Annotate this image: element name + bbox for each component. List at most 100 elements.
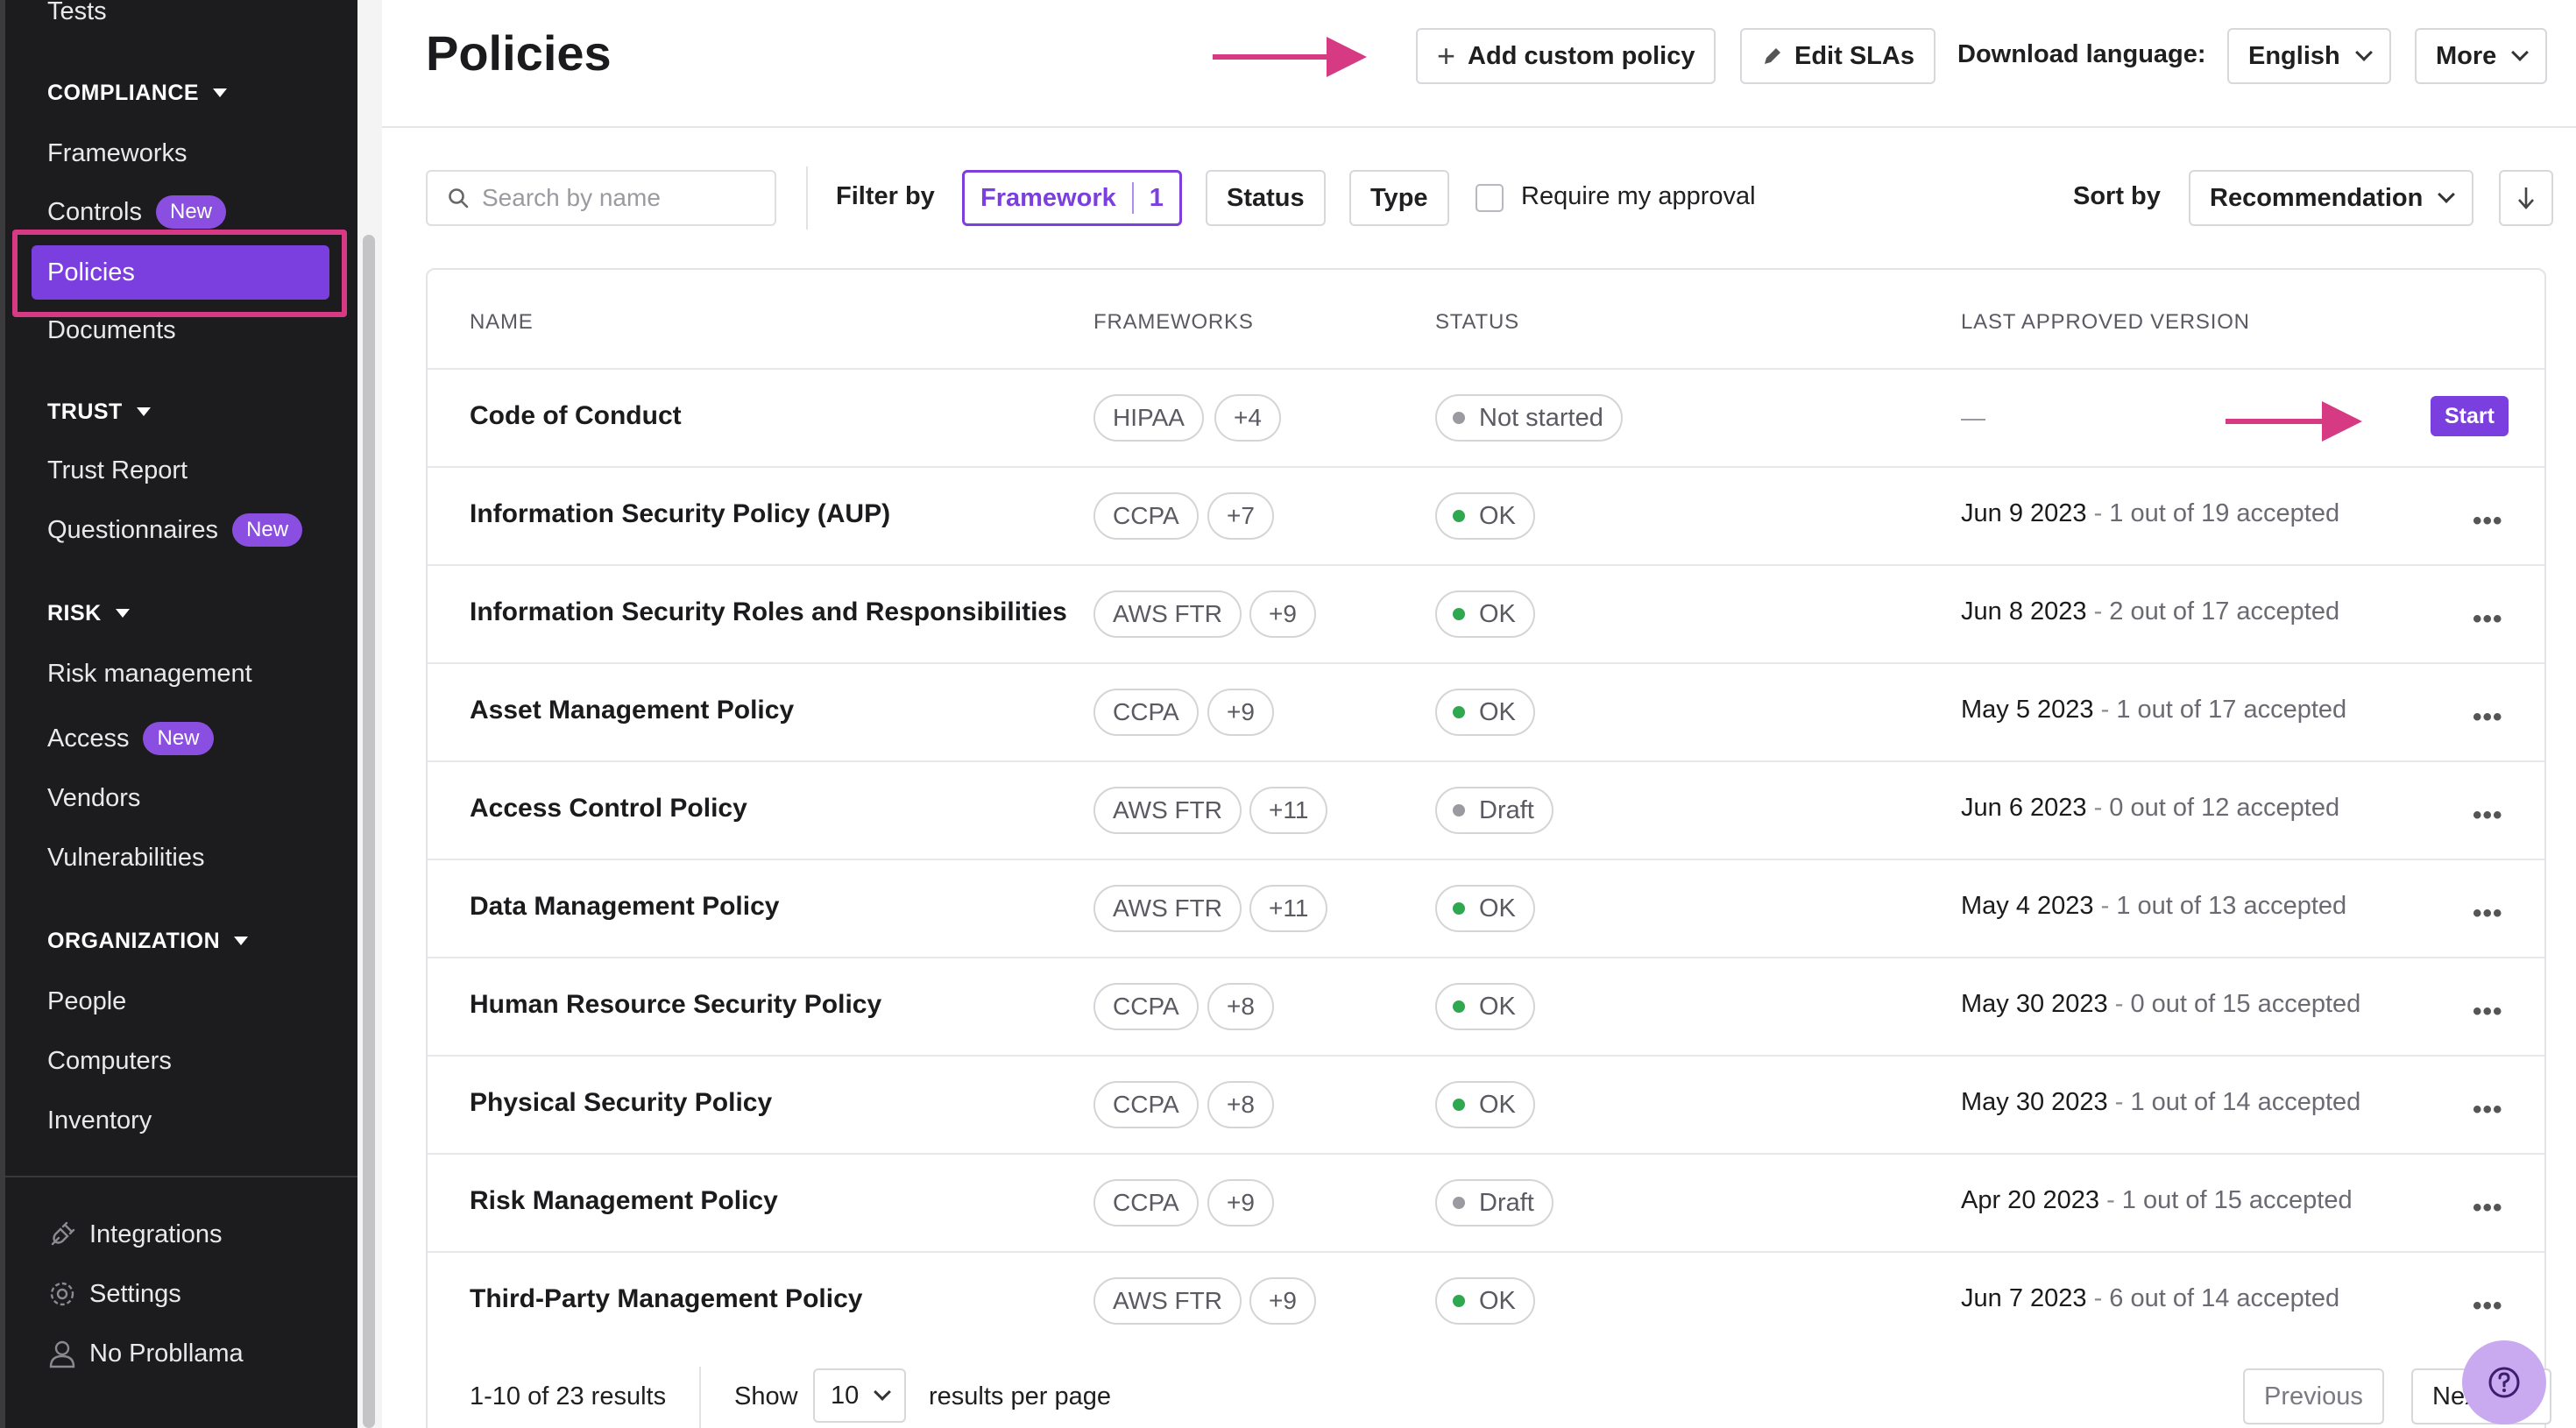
sidebar-item-policies[interactable]: Policies: [47, 249, 135, 296]
sidebar-item-people[interactable]: People: [47, 978, 126, 1025]
row-more-icon[interactable]: •••: [2473, 1291, 2503, 1321]
last-approved-version: May 30 2023 - 1 out of 14 accepted: [1961, 1088, 2361, 1116]
sidebar-item-settings[interactable]: Settings: [47, 1270, 181, 1318]
policy-name[interactable]: Third-Party Management Policy: [470, 1284, 862, 1314]
require-approval-label[interactable]: Require my approval: [1521, 182, 1756, 211]
sidebar-item-frameworks[interactable]: Frameworks: [47, 130, 188, 177]
previous-page-button[interactable]: Previous: [2243, 1368, 2384, 1424]
sidebar-item-vulnerabilities[interactable]: Vulnerabilities: [47, 834, 204, 881]
policy-name[interactable]: Information Security Roles and Responsib…: [470, 597, 1067, 627]
row-more-icon[interactable]: •••: [2473, 801, 2503, 831]
status-badge: OK: [1435, 983, 1535, 1030]
table-row[interactable]: Data Management Policy AWS FTR +11 OK May 4 …: [428, 859, 2544, 957]
table-row[interactable]: Access Control Policy AWS FTR +11 Draft Jun …: [428, 760, 2544, 859]
section-compliance[interactable]: COMPLIANCE: [47, 75, 228, 110]
more-frameworks-chip[interactable]: +11: [1249, 787, 1328, 834]
footer-divider: [699, 1367, 701, 1428]
start-button[interactable]: Start: [2431, 396, 2509, 436]
sidebar-item-risk-management[interactable]: Risk management: [47, 650, 252, 697]
row-more-icon[interactable]: •••: [2473, 506, 2503, 536]
page-title: Policies: [426, 25, 612, 81]
sort-select[interactable]: Recommendation: [2189, 170, 2474, 226]
search-box[interactable]: [426, 170, 776, 226]
last-approved-version: Jun 8 2023 - 2 out of 17 accepted: [1961, 597, 2340, 626]
policy-name[interactable]: Data Management Policy: [470, 892, 779, 922]
filter-by-label: Filter by: [836, 182, 935, 210]
status-badge: OK: [1435, 1081, 1535, 1128]
framework-chip: CCPA: [1093, 492, 1199, 540]
caret-down-icon: [213, 88, 228, 97]
pencil-icon: [1761, 45, 1784, 67]
table-row[interactable]: Asset Management Policy CCPA +9 OK May 5 202…: [428, 662, 2544, 760]
framework-filter-button[interactable]: Framework 1: [962, 170, 1182, 226]
policy-name[interactable]: Physical Security Policy: [470, 1088, 772, 1118]
more-frameworks-chip[interactable]: +9: [1207, 1179, 1274, 1227]
policy-name[interactable]: Code of Conduct: [470, 401, 682, 431]
more-frameworks-chip[interactable]: +7: [1207, 492, 1274, 540]
require-approval-checkbox[interactable]: [1476, 184, 1504, 212]
more-frameworks-chip[interactable]: +8: [1207, 983, 1274, 1030]
status-badge: OK: [1435, 590, 1535, 638]
policy-name[interactable]: Asset Management Policy: [470, 696, 794, 725]
policy-name[interactable]: Human Resource Security Policy: [470, 990, 881, 1020]
sidebar-item-vendors[interactable]: Vendors: [47, 774, 140, 822]
more-frameworks-chip[interactable]: +11: [1249, 885, 1328, 932]
section-trust[interactable]: TRUST: [47, 394, 151, 429]
row-more-icon[interactable]: •••: [2473, 1095, 2503, 1125]
edit-slas-button[interactable]: Edit SLAs: [1740, 28, 1936, 84]
row-more-icon[interactable]: •••: [2473, 1193, 2503, 1223]
framework-chip: AWS FTR: [1093, 885, 1242, 932]
per-page-select[interactable]: 10: [813, 1368, 907, 1423]
column-header-last-approved: LAST APPROVED VERSION: [1961, 310, 2250, 334]
language-select[interactable]: English: [2227, 28, 2391, 84]
table-row[interactable]: Physical Security Policy CCPA +8 OK May 30 2…: [428, 1055, 2544, 1153]
help-button[interactable]: [2462, 1340, 2546, 1424]
chevron-down-icon: [2354, 44, 2373, 61]
framework-filter-count: 1: [1149, 183, 1164, 212]
more-frameworks-chip[interactable]: +9: [1249, 590, 1316, 638]
table-row[interactable]: Human Resource Security Policy CCPA +8 OK Ma…: [428, 957, 2544, 1055]
row-more-icon[interactable]: •••: [2473, 899, 2503, 929]
table-row[interactable]: Information Security Roles and Responsib…: [428, 564, 2544, 662]
status-dot-icon: [1453, 1197, 1465, 1209]
sidebar-item-tests[interactable]: Tests: [47, 0, 107, 35]
sidebar-item-questionnaires[interactable]: Questionnaires New: [47, 506, 303, 554]
more-frameworks-chip[interactable]: +4: [1214, 394, 1281, 442]
more-frameworks-chip[interactable]: +8: [1207, 1081, 1274, 1128]
section-organization[interactable]: ORGANIZATION: [47, 923, 249, 958]
framework-chip: CCPA: [1093, 983, 1199, 1030]
sidebar-item-documents[interactable]: Documents: [47, 307, 176, 354]
sort-direction-button[interactable]: [2499, 170, 2553, 226]
add-custom-policy-button[interactable]: + Add custom policy: [1416, 28, 1716, 84]
more-frameworks-chip[interactable]: +9: [1207, 689, 1274, 736]
framework-chip: AWS FTR: [1093, 1277, 1242, 1325]
sidebar-item-inventory[interactable]: Inventory: [47, 1097, 152, 1144]
sidebar-item-integrations[interactable]: Integrations: [47, 1211, 223, 1258]
type-filter-button[interactable]: Type: [1349, 170, 1449, 226]
new-badge: New: [156, 195, 227, 229]
row-more-icon[interactable]: •••: [2473, 703, 2503, 732]
sidebar-item-controls[interactable]: Controls New: [47, 188, 227, 236]
policy-name[interactable]: Information Security Policy (AUP): [470, 499, 890, 529]
search-input[interactable]: [482, 184, 762, 212]
more-frameworks-chip[interactable]: +9: [1249, 1277, 1316, 1325]
last-approved-version: Jun 7 2023 - 6 out of 14 accepted: [1961, 1284, 2340, 1312]
row-more-icon[interactable]: •••: [2473, 604, 2503, 634]
policy-name[interactable]: Access Control Policy: [470, 794, 747, 824]
section-risk[interactable]: RISK: [47, 596, 130, 631]
policy-name[interactable]: Risk Management Policy: [470, 1186, 778, 1216]
sidebar-item-computers[interactable]: Computers: [47, 1037, 172, 1085]
scrollbar-thumb[interactable]: [363, 235, 375, 1428]
more-menu-button[interactable]: More: [2415, 28, 2548, 84]
status-dot-icon: [1453, 1000, 1465, 1013]
sidebar-item-user[interactable]: No Probllama: [47, 1330, 244, 1377]
status-filter-button[interactable]: Status: [1206, 170, 1326, 226]
row-more-icon[interactable]: •••: [2473, 997, 2503, 1027]
sidebar-item-access[interactable]: Access New: [47, 715, 214, 762]
table-row[interactable]: Third-Party Management Policy AWS FTR +9 OK…: [428, 1251, 2544, 1349]
table-row[interactable]: Information Security Policy (AUP) CCPA +7 O…: [428, 466, 2544, 564]
table-row[interactable]: Risk Management Policy CCPA +9 Draft Apr 20 …: [428, 1153, 2544, 1251]
status-dot-icon: [1453, 1099, 1465, 1111]
column-header-name[interactable]: NAME: [470, 310, 534, 335]
sidebar-item-trust-report[interactable]: Trust Report: [47, 447, 188, 494]
